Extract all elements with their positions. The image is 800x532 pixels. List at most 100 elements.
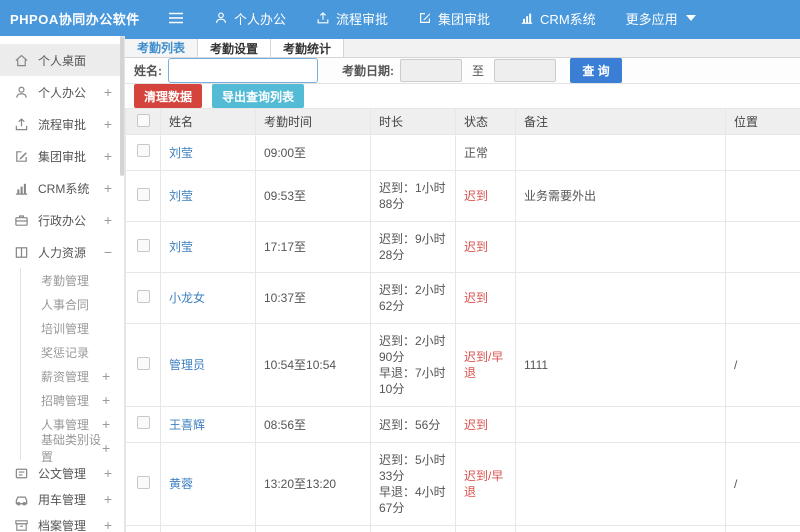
app-logo[interactable]: PHPOA协同办公软件 <box>0 9 168 28</box>
location <box>725 170 800 222</box>
tab-attendance-statistics[interactable]: 考勤统计 <box>271 39 345 57</box>
row-checkbox[interactable] <box>136 187 150 201</box>
status-text: 迟到/早退 <box>455 442 516 526</box>
sidebar-item-personal-office[interactable]: 个人办公 + <box>0 76 124 108</box>
duration: 迟到：2小时03分 <box>370 525 456 532</box>
attendance-time: 09:53至 <box>255 170 371 222</box>
row-checkbox[interactable] <box>136 238 150 252</box>
nav-crm-system[interactable]: CRM系统 <box>520 9 596 28</box>
status-text: 迟到 <box>455 170 516 222</box>
remark <box>515 525 726 532</box>
location <box>725 272 800 324</box>
employee-name-link[interactable]: 刘莹 <box>169 146 193 160</box>
sidebar-item-label: 用车管理 <box>38 492 87 507</box>
col-name: 姓名 <box>160 108 256 135</box>
sidebar-item-label: 考勤管理 <box>41 273 90 288</box>
chart-icon <box>520 11 534 25</box>
export-list-button[interactable]: 导出查询列表 <box>212 84 305 108</box>
employee-name-link[interactable]: 刘莹 <box>169 240 193 254</box>
sidebar-scrollbar[interactable] <box>120 36 124 176</box>
row-checkbox[interactable] <box>136 416 150 429</box>
clean-data-button[interactable]: 清理数据 <box>134 84 203 108</box>
nav-process-approval[interactable]: 流程审批 <box>316 9 388 28</box>
expand-icon: + <box>103 212 112 228</box>
sidebar-item-label: 奖惩记录 <box>41 345 90 360</box>
sidebar-item-base-category-settings[interactable]: 基础类别设置 + <box>21 433 124 464</box>
duration: 迟到：5小时33分 早退：4小时67分 <box>370 442 456 526</box>
col-status: 状态 <box>455 108 516 135</box>
sidebar-item-admin-office[interactable]: 行政办公 + <box>0 204 124 236</box>
employee-name-link[interactable]: 小龙女 <box>169 291 205 305</box>
employee-name-link[interactable]: 王喜辉 <box>169 418 205 432</box>
remark <box>515 406 726 443</box>
row-checkbox[interactable] <box>136 356 150 370</box>
sidebar-item-reward-punishment[interactable]: 奖惩记录 <box>21 340 124 364</box>
row-checkbox[interactable] <box>136 289 150 303</box>
upload-icon <box>316 11 330 25</box>
date-from-input[interactable] <box>400 59 462 82</box>
tab-attendance-list[interactable]: 考勤列表 <box>125 39 199 57</box>
sidebar-item-attendance-management[interactable]: 考勤管理 <box>21 268 124 292</box>
employee-name-link[interactable]: 黄蓉 <box>169 477 193 491</box>
tab-bar: 考勤列表 考勤设置 考勤统计 <box>125 39 800 58</box>
top-header: PHPOA协同办公软件 个人办公 流程审批 集团审批 CRM系统 更多应用 <box>0 0 800 36</box>
duration: 迟到：2小时90分 早退：7小时10分 <box>370 323 456 407</box>
sidebar-item-process-approval[interactable]: 流程审批 + <box>0 108 124 140</box>
expand-icon: + <box>102 368 111 384</box>
remark: 业务需要外出 <box>515 170 726 222</box>
employee-name-link[interactable]: 刘莹 <box>169 189 193 203</box>
hamburger-menu-icon[interactable] <box>168 12 188 24</box>
table-row: 小龙女 10:37至 迟到：2小时62分 迟到 <box>125 272 800 324</box>
row-checkbox[interactable] <box>136 475 150 489</box>
sidebar-item-hr-contract[interactable]: 人事合同 <box>21 292 124 316</box>
duration: 迟到：2小时62分 <box>370 272 456 324</box>
sidebar-item-crm-system[interactable]: CRM系统 + <box>0 172 124 204</box>
person-icon <box>14 85 29 100</box>
name-input[interactable] <box>168 58 318 83</box>
attendance-time: 08:56至 <box>255 406 371 443</box>
sidebar-item-archive-management[interactable]: 档案管理 + <box>0 512 124 532</box>
sidebar-item-human-resources[interactable]: 人力资源 − <box>0 236 124 268</box>
expand-icon: + <box>103 116 112 132</box>
person-icon <box>214 11 228 25</box>
filter-bar: 姓名: 考勤日期: 至 查 询 <box>125 58 800 84</box>
nav-label: CRM系统 <box>540 11 596 27</box>
archive-icon <box>14 518 29 532</box>
col-duration: 时长 <box>370 108 456 135</box>
query-button[interactable]: 查 询 <box>570 58 623 83</box>
sidebar-item-training-management[interactable]: 培训管理 <box>21 316 124 340</box>
attendance-time: 13:20至13:20 <box>255 442 371 526</box>
nav-personal-office[interactable]: 个人办公 <box>214 9 286 28</box>
sidebar-item-document-management[interactable]: 公文管理 + <box>0 460 124 486</box>
expand-icon: + <box>103 148 112 164</box>
nav-more-apps[interactable]: 更多应用 <box>626 9 696 28</box>
sidebar-item-recruitment-management[interactable]: 招聘管理 + <box>21 388 124 412</box>
row-checkbox[interactable] <box>136 144 150 157</box>
select-all-checkbox[interactable] <box>136 113 150 127</box>
col-remark: 备注 <box>515 108 726 135</box>
collapse-icon: − <box>103 244 112 260</box>
status-text: 迟到 <box>455 272 516 324</box>
sidebar-item-personal-desktop[interactable]: 个人桌面 <box>0 44 124 76</box>
duration: 迟到：9小时28分 <box>370 221 456 273</box>
sidebar-item-label: CRM系统 <box>38 181 90 196</box>
caret-down-icon <box>685 15 696 21</box>
expand-icon: + <box>103 180 112 196</box>
date-to-input[interactable] <box>494 59 557 82</box>
location <box>725 525 800 532</box>
remark <box>515 442 726 526</box>
expand-icon: + <box>103 491 112 507</box>
location <box>725 221 800 273</box>
nav-group-approval[interactable]: 集团审批 <box>418 9 490 28</box>
sidebar-item-label: 人事管理 <box>41 417 90 432</box>
sidebar-item-salary-management[interactable]: 薪资管理 + <box>21 364 124 388</box>
employee-name-link[interactable]: 管理员 <box>169 358 205 372</box>
sidebar-item-vehicle-management[interactable]: 用车管理 + <box>0 486 124 512</box>
status-text: 正常 <box>455 134 516 171</box>
tab-attendance-settings[interactable]: 考勤设置 <box>198 39 272 57</box>
sidebar-item-label: 公文管理 <box>38 466 87 481</box>
chart-icon <box>14 181 29 196</box>
location <box>725 134 800 171</box>
sidebar-item-group-approval[interactable]: 集团审批 + <box>0 140 124 172</box>
sidebar-item-label: 培训管理 <box>41 321 90 336</box>
